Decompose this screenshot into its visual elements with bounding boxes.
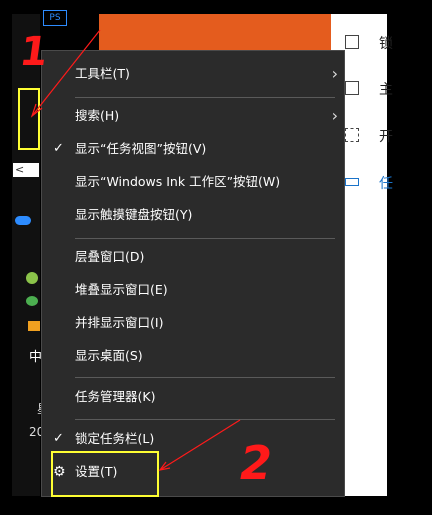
annotation-arrow-2 (159, 419, 241, 471)
annotation-arrows (30, 29, 241, 471)
annotation-arrowhead-2 (158, 461, 171, 471)
annotation-number-2: 2 (240, 436, 273, 490)
